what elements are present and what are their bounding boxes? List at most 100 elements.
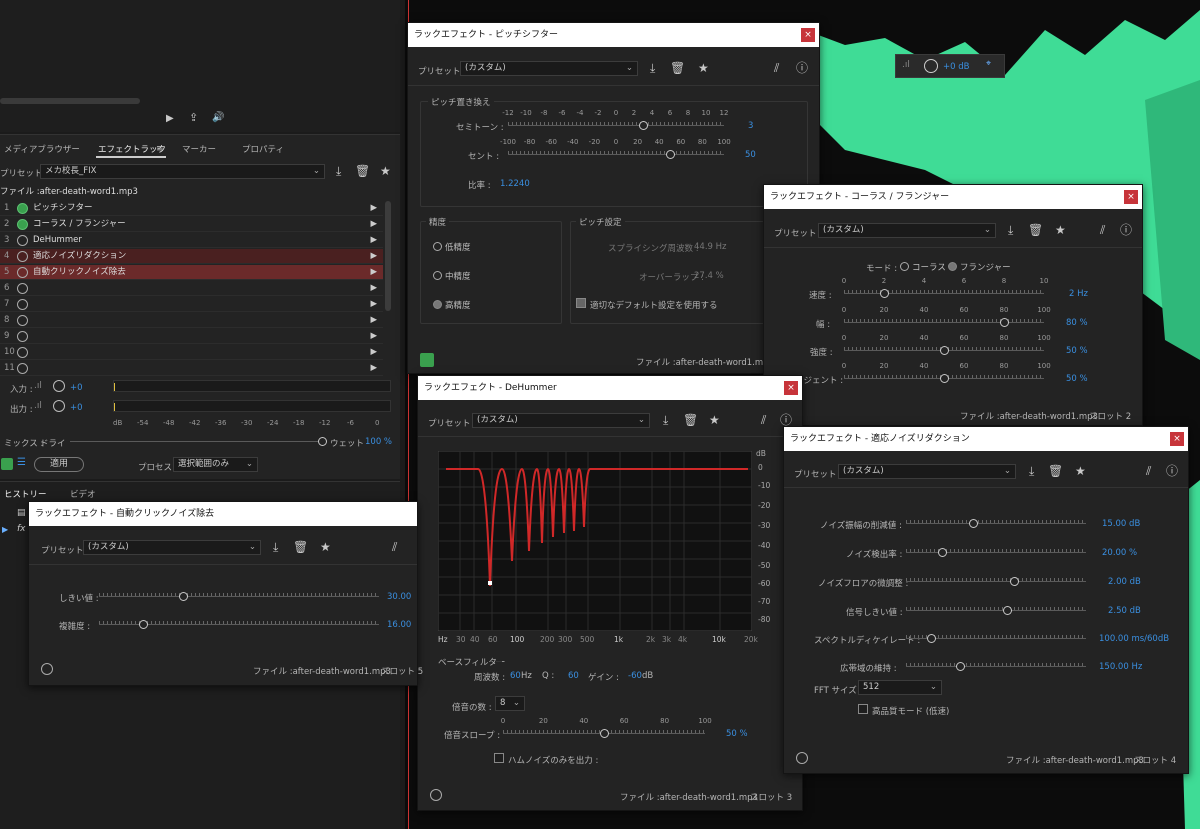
q-value[interactable]: 60 — [568, 671, 579, 681]
chevron-right-icon[interactable]: ▶ — [370, 265, 377, 280]
gain-value[interactable]: -60 — [628, 671, 642, 681]
nr-floor-slider[interactable] — [906, 571, 1086, 586]
hum-only-checkbox[interactable] — [494, 753, 504, 763]
power-icon[interactable] — [17, 331, 28, 342]
rack-slot-6[interactable]: 6 ▶ — [0, 281, 383, 296]
fft-select[interactable]: 512 ⌄ — [858, 680, 942, 695]
favorite-star-icon[interactable]: ★ — [698, 62, 709, 74]
precision-low-radio[interactable]: 低精度 — [433, 241, 471, 253]
save-preset-icon[interactable]: ⤓ — [1008, 224, 1013, 236]
rack-slot-9[interactable]: 9 ▶ — [0, 329, 383, 344]
save-preset-icon[interactable]: ⤓ — [650, 62, 655, 74]
tab-media-browser[interactable]: メディアブラウザー — [4, 143, 80, 155]
power-icon[interactable] — [17, 219, 28, 230]
power-icon[interactable] — [17, 347, 28, 358]
rack-slot-10[interactable]: 10 ▶ — [0, 345, 383, 360]
nr-threshold-slider[interactable] — [906, 600, 1086, 615]
delete-preset-icon[interactable]: 🗑 — [293, 541, 308, 553]
delete-preset-icon[interactable]: 🗑 — [1028, 224, 1043, 236]
chevron-right-icon[interactable]: ▶ — [370, 313, 377, 328]
nr-reduction-slider[interactable] — [906, 513, 1086, 528]
dehummer-preset-select[interactable]: (カスタム) ⌄ — [472, 413, 650, 428]
dehummer-graph[interactable] — [438, 451, 752, 631]
rack-slot-11[interactable]: 11 ▶ — [0, 361, 383, 376]
tab-history[interactable]: ヒストリー — [4, 488, 47, 500]
power-icon[interactable] — [17, 299, 28, 310]
rack-slot-4[interactable]: 4 適応ノイズリダクション ▶ — [0, 249, 383, 264]
tab-video[interactable]: ビデオ — [70, 488, 96, 500]
save-preset-icon[interactable]: ⤓ — [663, 414, 668, 426]
cent-slider[interactable]: -100 -80 -60 -40 -20 0 20 40 60 80 100 — [500, 138, 731, 159]
tab-menu-icon[interactable]: ≡ — [156, 144, 164, 154]
routing-icon[interactable]: ⫽ — [1100, 224, 1105, 236]
close-icon[interactable]: × — [1170, 432, 1184, 446]
delete-preset-icon[interactable]: 🗑 — [670, 62, 685, 74]
delete-preset-icon[interactable]: 🗑 — [683, 414, 698, 426]
adaptive-power-icon[interactable] — [796, 752, 808, 764]
harmonics-select[interactable]: 8 ⌄ — [495, 696, 525, 711]
width-slider[interactable]: 0 20 40 60 80 100 — [842, 306, 1051, 327]
power-icon[interactable] — [17, 315, 28, 326]
rack-slot-7[interactable]: 7 ▶ — [0, 297, 383, 312]
pitch-power-icon[interactable] — [420, 353, 434, 367]
mix-slider[interactable] — [70, 431, 327, 446]
play-icon[interactable]: ▶ — [166, 113, 174, 125]
complexity-slider[interactable] — [99, 614, 379, 629]
favorite-star-icon[interactable]: ★ — [1075, 465, 1086, 477]
close-icon[interactable]: × — [1124, 190, 1138, 204]
chevron-right-icon[interactable]: ▶ — [370, 345, 377, 360]
history-item-icon[interactable]: ▤ — [17, 508, 26, 518]
chevron-right-icon[interactable]: ▶ — [370, 361, 377, 376]
declick-power-icon[interactable] — [41, 663, 53, 675]
default-settings-checkbox[interactable] — [576, 298, 586, 308]
slope-slider[interactable]: 0 20 40 60 80 100 — [501, 717, 712, 738]
power-icon[interactable] — [17, 363, 28, 374]
tab-properties[interactable]: プロパティ — [242, 143, 284, 155]
precision-high-radio[interactable]: 高精度 — [433, 299, 471, 311]
clip-gain-knob[interactable] — [924, 59, 938, 73]
pin-icon[interactable]: ⌖ — [986, 59, 991, 69]
timeline-scrollbar[interactable] — [0, 98, 140, 104]
info-icon[interactable]: ⓘ — [1120, 224, 1132, 236]
transient-slider[interactable]: 0 20 40 60 80 100 — [842, 362, 1051, 383]
favorite-star-icon[interactable]: ★ — [380, 165, 391, 177]
list-view-icon[interactable]: ☰ — [17, 457, 26, 468]
fx-icon[interactable]: fx — [17, 524, 26, 534]
declick-preset-select[interactable]: (カスタム) ⌄ — [83, 540, 261, 555]
rack-slot-1[interactable]: 1 ピッチシフター ▶ — [0, 201, 383, 216]
chevron-right-icon[interactable]: ▶ — [370, 297, 377, 312]
chevron-right-icon[interactable]: ▶ — [370, 329, 377, 344]
chevron-right-icon[interactable]: ▶ — [370, 233, 377, 248]
save-preset-icon[interactable]: ⤓ — [273, 541, 278, 553]
save-preset-icon[interactable]: ⤓ — [1029, 465, 1034, 477]
delete-preset-icon[interactable]: 🗑 — [355, 165, 370, 177]
speed-slider[interactable]: 0 2 4 6 8 10 — [842, 277, 1048, 298]
adaptive-preset-select[interactable]: (カスタム) ⌄ — [838, 464, 1016, 479]
threshold-slider[interactable] — [99, 586, 379, 601]
chevron-right-icon[interactable]: ▶ — [370, 249, 377, 264]
frequency-value[interactable]: 60 — [510, 671, 521, 681]
input-gain-knob[interactable] — [53, 380, 65, 392]
info-icon[interactable]: ⓘ — [780, 414, 792, 426]
favorite-star-icon[interactable]: ★ — [709, 414, 720, 426]
apply-button[interactable]: 適用 — [34, 457, 84, 472]
routing-icon[interactable]: ⫽ — [392, 541, 397, 553]
info-icon[interactable]: ⓘ — [1166, 465, 1178, 477]
precision-mid-radio[interactable]: 中精度 — [433, 270, 471, 282]
output-gain-knob[interactable] — [53, 400, 65, 412]
delete-preset-icon[interactable]: 🗑 — [1048, 465, 1063, 477]
routing-icon[interactable]: ⫽ — [1146, 465, 1151, 477]
mode-chorus-radio[interactable]: コーラス — [900, 261, 946, 273]
rack-list-scrollbar[interactable] — [385, 201, 391, 311]
mode-flanger-radio[interactable]: フランジャー — [948, 261, 1011, 273]
favorite-star-icon[interactable]: ★ — [320, 541, 331, 553]
speaker-icon[interactable]: 🔊 — [212, 112, 224, 124]
semitone-slider[interactable]: -12 -10 -8 -6 -4 -2 0 2 4 6 8 10 12 — [502, 109, 728, 130]
routing-icon[interactable]: ⫽ — [774, 62, 779, 74]
chevron-right-icon[interactable]: ▶ — [370, 217, 377, 232]
power-icon[interactable] — [17, 251, 28, 262]
rack-slot-2[interactable]: 2 コーラス / フランジャー ▶ — [0, 217, 383, 232]
chevron-right-icon[interactable]: ▶ — [370, 281, 377, 296]
pitch-preset-select[interactable]: (カスタム) ⌄ — [460, 61, 638, 76]
nr-detect-slider[interactable] — [906, 542, 1086, 557]
